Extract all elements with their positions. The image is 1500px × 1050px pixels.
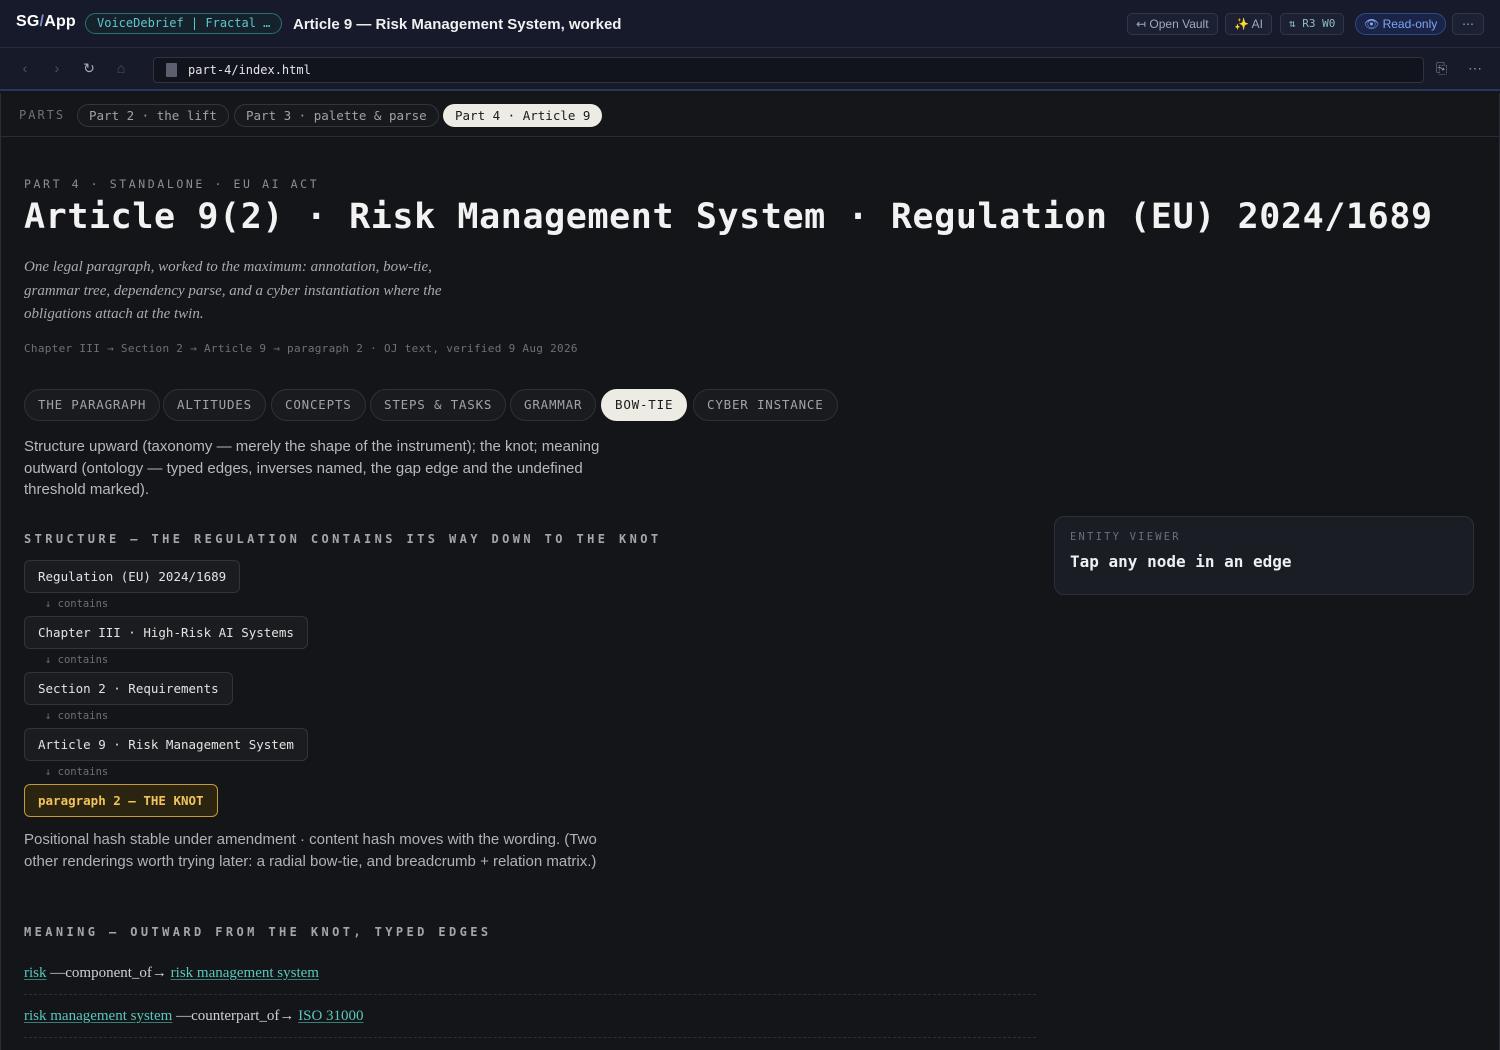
- copy-icon[interactable]: ⎘: [1436, 59, 1447, 77]
- document-page: PARTS Part 2 · the lift Part 3 · palette…: [0, 93, 1500, 1050]
- edge-object-link[interactable]: ISO 31000: [298, 1008, 363, 1024]
- url-text: part-4/index.html: [188, 63, 311, 77]
- breadcrumb-path: Chapter III → Section 2 → Article 9 → pa…: [24, 342, 578, 355]
- entity-viewer-label: ENTITY VIEWER: [1070, 531, 1181, 543]
- ai-button[interactable]: ✨ AI: [1225, 13, 1272, 35]
- reload-icon[interactable]: ↻: [80, 59, 98, 77]
- tab-bow-tie[interactable]: BOW-TIE: [601, 389, 688, 421]
- contains-edge-label: ↓ contains: [45, 710, 109, 722]
- tab-the-paragraph[interactable]: THE PARAGRAPH: [24, 389, 161, 421]
- file-icon: [166, 63, 177, 77]
- brand-left: SG: [16, 13, 40, 30]
- tab-altitudes[interactable]: ALTITUDES: [163, 389, 266, 421]
- open-vault-button[interactable]: ↤ Open Vault: [1127, 13, 1218, 35]
- parts-nav: PARTS Part 2 · the lift Part 3 · palette…: [1, 93, 1499, 137]
- more-menu-button[interactable]: ⋯: [1452, 13, 1484, 35]
- read-only-badge[interactable]: 👁 Read-only: [1355, 13, 1447, 35]
- tab-grammar[interactable]: GRAMMAR: [510, 389, 597, 421]
- contains-edge-label: ↓ contains: [45, 766, 109, 778]
- contains-edge-label: ↓ contains: [45, 598, 109, 610]
- app-bar: SG/App VoiceDebrief | Fractal … Article …: [0, 0, 1500, 48]
- entity-viewer-value: Tap any node in an edge: [1070, 552, 1292, 571]
- part-tab-2[interactable]: Part 2 · the lift: [77, 104, 229, 127]
- structure-node-article[interactable]: Article 9 · Risk Management System: [24, 728, 308, 761]
- meaning-heading: MEANING — OUTWARD FROM THE KNOT, TYPED E…: [24, 925, 492, 939]
- structure-heading: STRUCTURE — THE REGULATION CONTAINS ITS …: [24, 532, 662, 546]
- contains-edge-label: ↓ contains: [45, 654, 109, 666]
- page-lede: One legal paragraph, worked to the maxim…: [24, 259, 442, 322]
- read-write-counter-button[interactable]: ⇅ R3 W0: [1280, 13, 1345, 35]
- home-icon[interactable]: ⌂: [112, 59, 130, 77]
- page-title: Article 9(2) · Risk Management System · …: [24, 197, 1433, 237]
- url-field[interactable]: part-4/index.html: [153, 57, 1424, 83]
- tab-steps-tasks[interactable]: STEPS & TASKS: [370, 389, 507, 421]
- tab-cyber-instance[interactable]: CYBER INSTANCE: [693, 389, 838, 421]
- ontology-edge-row: risk management system —counterpart_of→ …: [24, 995, 1036, 1038]
- structure-node-chapter[interactable]: Chapter III · High-Risk AI Systems: [24, 616, 308, 649]
- forward-arrow-icon[interactable]: ›: [48, 59, 66, 77]
- ontology-edge-row: risk —component_of→ risk management syst…: [24, 952, 1036, 995]
- part-tab-4[interactable]: Part 4 · Article 9: [443, 104, 603, 127]
- app-logo[interactable]: SG/App: [16, 13, 76, 31]
- project-selector[interactable]: VoiceDebrief | Fractal …: [85, 13, 283, 34]
- edge-relation: —counterpart_of→: [176, 1008, 295, 1024]
- part-tab-3[interactable]: Part 3 · palette & parse: [234, 104, 439, 127]
- structure-node-regulation[interactable]: Regulation (EU) 2024/1689: [24, 560, 241, 593]
- edge-subject-link[interactable]: risk: [24, 965, 47, 981]
- overflow-menu-icon[interactable]: ⋯: [1468, 59, 1482, 77]
- structure-node-knot[interactable]: paragraph 2 — THE KNOT: [24, 784, 218, 817]
- edge-object-link[interactable]: risk management system: [171, 965, 319, 981]
- entity-viewer-panel: ENTITY VIEWER Tap any node in an edge: [1054, 516, 1474, 595]
- address-bar: ‹ › ↻ ⌂ part-4/index.html ⎘ ⋯: [0, 48, 1500, 91]
- edge-subject-link[interactable]: risk management system: [24, 1008, 172, 1024]
- structure-node-section[interactable]: Section 2 · Requirements: [24, 672, 233, 705]
- parts-label: PARTS: [19, 108, 66, 122]
- document-title: Article 9 — Risk Management System, work…: [293, 16, 622, 33]
- edge-relation: —component_of→: [50, 965, 167, 981]
- brand-right: App: [44, 13, 76, 30]
- page-eyebrow: PART 4 · STANDALONE · EU AI ACT: [24, 177, 320, 191]
- back-arrow-icon[interactable]: ‹: [16, 59, 34, 77]
- bowtie-intro: Structure upward (taxonomy — merely the …: [24, 438, 600, 499]
- tab-concepts[interactable]: CONCEPTS: [271, 389, 366, 421]
- hash-note: Positional hash stable under amendment ·…: [24, 831, 597, 870]
